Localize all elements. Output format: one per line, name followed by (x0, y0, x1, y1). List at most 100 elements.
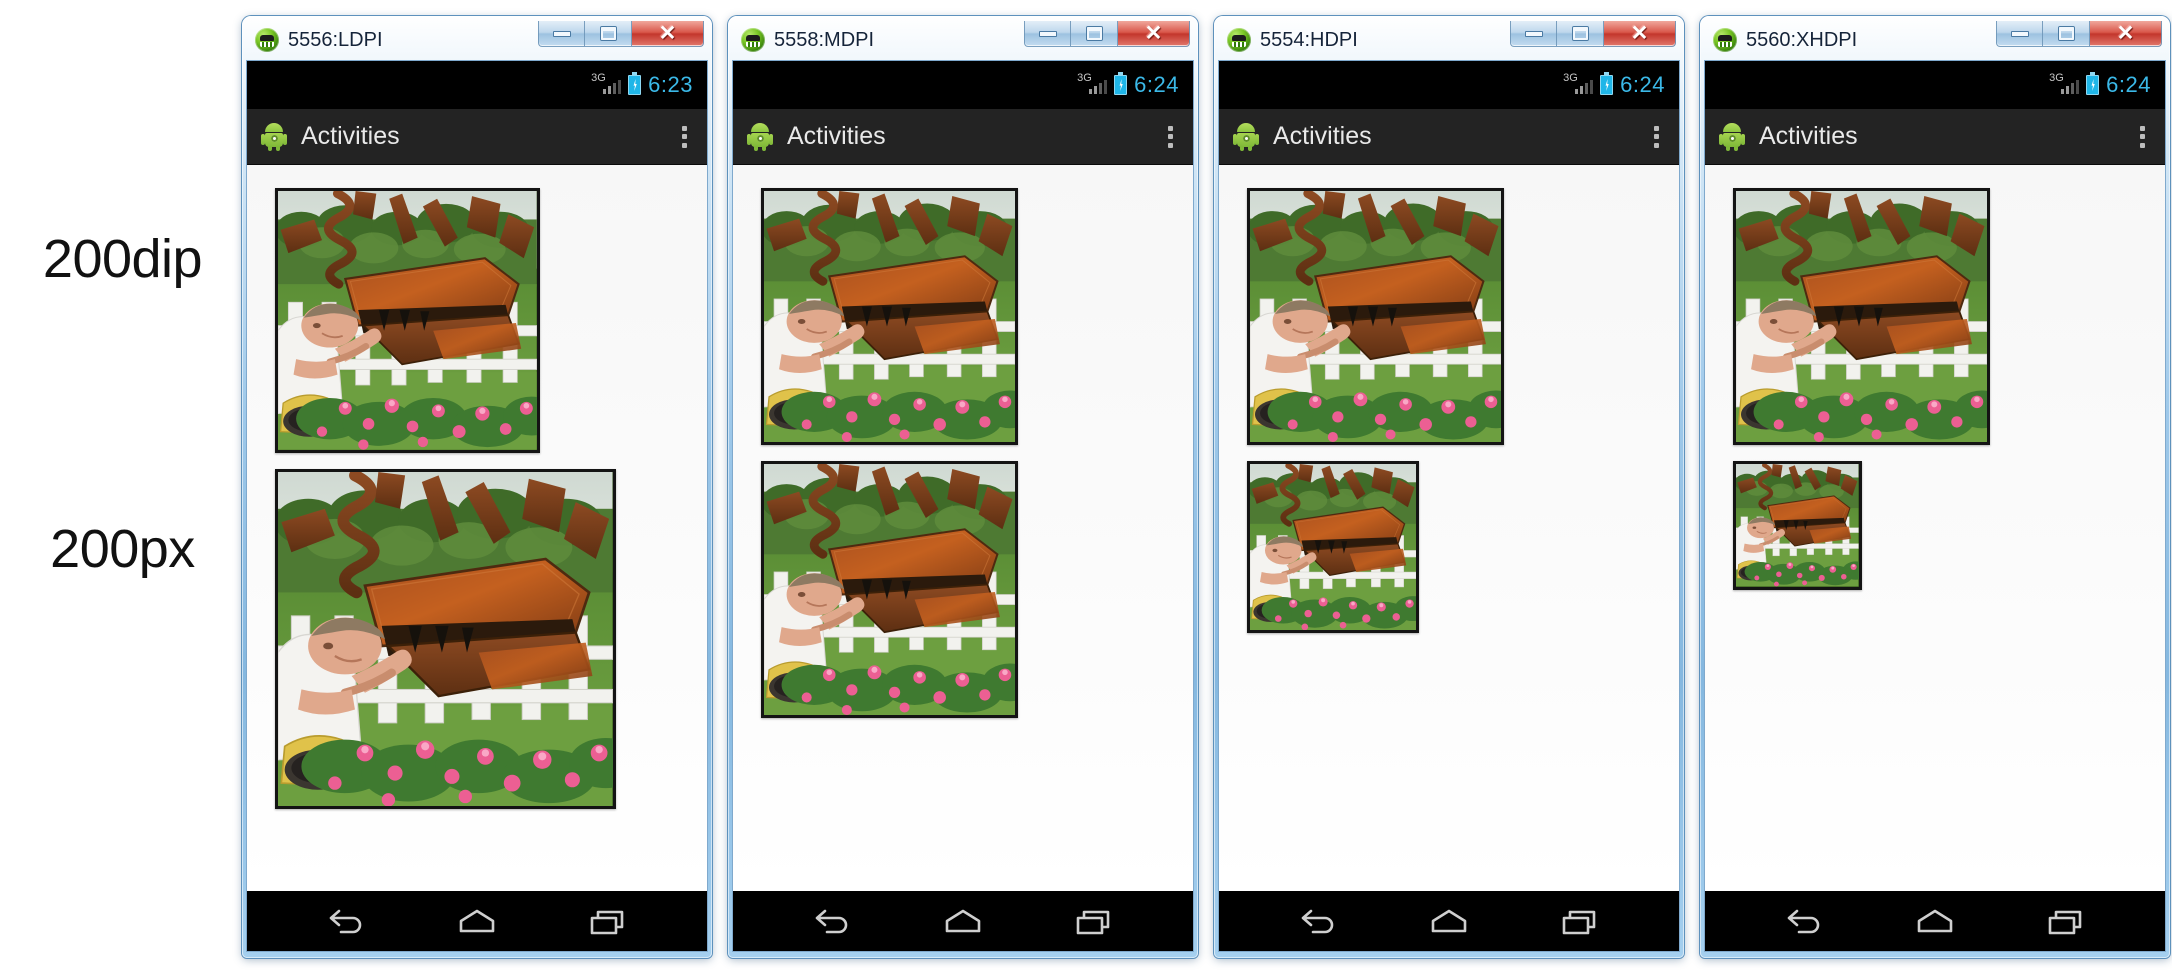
close-button[interactable]: ✕ (1604, 21, 1676, 47)
emulator-window-ldpi[interactable]: 5556:LDPI ✕ 3G 6:23 Activities (242, 16, 712, 958)
maximize-icon (600, 27, 616, 40)
sample-image-200dip[interactable] (1247, 188, 1504, 445)
activity-content-area (247, 165, 707, 891)
overflow-menu-icon[interactable] (2140, 125, 2145, 148)
photo-illustration (1736, 464, 1859, 587)
overflow-menu-icon[interactable] (1654, 125, 1659, 148)
minimize-button[interactable] (1510, 21, 1557, 47)
maximize-button[interactable] (1071, 21, 1118, 47)
signal-bars-icon (2060, 80, 2080, 94)
android-status-bar: 3G 6:24 (1219, 61, 1679, 109)
emulator-window-xhdpi[interactable]: 5560:XHDPI ✕ 3G 6:24 Activities (1700, 16, 2170, 958)
back-arrow-icon (329, 909, 362, 934)
sample-image-200px[interactable] (1247, 461, 1420, 634)
window-title: 5556:LDPI (288, 28, 383, 51)
android-navigation-bar (1705, 891, 2165, 951)
android-robot-icon (747, 122, 773, 151)
row-label-200px: 200px (50, 519, 195, 579)
nav-home-button[interactable] (1427, 907, 1471, 937)
nav-back-button[interactable] (1783, 907, 1825, 937)
signal-strength-icon: 3G (1563, 72, 1594, 97)
status-bar-clock: 6:24 (1134, 72, 1179, 97)
phone-screen: 3G 6:24 Activities (1704, 60, 2166, 952)
action-bar-title: Activities (1759, 122, 1858, 150)
battery-charging-icon (1600, 72, 1614, 95)
sample-image-200dip[interactable] (275, 188, 540, 453)
nav-home-button[interactable] (941, 907, 985, 937)
nav-home-button[interactable] (1913, 907, 1957, 937)
android-emulator-icon (255, 28, 279, 52)
android-robot-icon (261, 122, 287, 151)
close-button[interactable]: ✕ (1118, 21, 1190, 47)
close-icon: ✕ (1144, 22, 1163, 45)
nav-recents-button[interactable] (1559, 907, 1601, 937)
android-status-bar: 3G 6:24 (1705, 61, 2165, 109)
status-bar-clock: 6:24 (1620, 72, 1665, 97)
window-title-bar[interactable]: 5556:LDPI ✕ (246, 20, 708, 60)
phone-screen: 3G 6:23 Activities (246, 60, 708, 952)
maximize-button[interactable] (2043, 21, 2090, 47)
row-label-200dip: 200dip (42, 229, 203, 289)
recent-apps-icon (590, 910, 624, 935)
minimize-button[interactable] (538, 21, 585, 47)
close-icon: ✕ (2116, 22, 2135, 45)
nav-home-button[interactable] (455, 907, 499, 937)
window-title-bar[interactable]: 5558:MDPI ✕ (732, 20, 1194, 60)
photo-illustration (764, 464, 1015, 715)
status-bar-clock: 6:23 (648, 72, 693, 97)
android-action-bar: Activities (733, 109, 1193, 165)
overflow-menu-icon[interactable] (1168, 125, 1173, 148)
emulator-window-mdpi[interactable]: 5558:MDPI ✕ 3G 6:24 Activities (728, 16, 1198, 958)
sample-image-200px[interactable] (1733, 461, 1862, 590)
android-emulator-icon (1713, 28, 1737, 52)
window-title: 5558:MDPI (774, 28, 875, 51)
overflow-menu-icon[interactable] (682, 125, 687, 148)
close-button[interactable]: ✕ (2090, 21, 2162, 47)
android-action-bar: Activities (247, 109, 707, 165)
nav-back-button[interactable] (1297, 907, 1339, 937)
minimize-button[interactable] (1024, 21, 1071, 47)
window-controls: ✕ (1024, 21, 1190, 49)
emulator-window-hdpi[interactable]: 5554:HDPI ✕ 3G 6:24 Activities (1214, 16, 1684, 958)
window-title: 5554:HDPI (1260, 28, 1358, 51)
sample-image-200px[interactable] (275, 468, 616, 810)
phone-screen: 3G 6:24 Activities (1218, 60, 1680, 952)
android-status-bar: 3G 6:24 (733, 61, 1193, 109)
photo-illustration (764, 191, 1015, 442)
photo-illustration (1250, 191, 1501, 442)
maximize-button[interactable] (1557, 21, 1604, 47)
close-button[interactable]: ✕ (632, 21, 704, 47)
density-comparison-row-labels: 200dip 200px (0, 0, 245, 979)
android-status-bar: 3G 6:23 (247, 61, 707, 109)
minimize-button[interactable] (1996, 21, 2043, 47)
sample-image-200dip[interactable] (761, 188, 1018, 445)
home-icon (459, 909, 495, 933)
close-icon: ✕ (658, 22, 677, 45)
window-title-bar[interactable]: 5554:HDPI ✕ (1218, 20, 1680, 60)
maximize-button[interactable] (585, 21, 632, 47)
sample-image-200px[interactable] (761, 461, 1018, 718)
maximize-icon (1572, 27, 1588, 40)
status-bar-clock: 6:24 (2106, 72, 2151, 97)
battery-charging-icon (1114, 72, 1128, 95)
photo-illustration (278, 191, 537, 450)
nav-back-button[interactable] (325, 907, 367, 937)
battery-charging-icon (2086, 72, 2100, 95)
window-title-bar[interactable]: 5560:XHDPI ✕ (1704, 20, 2166, 60)
activity-content-area (1705, 165, 2165, 891)
photo-illustration (278, 471, 613, 807)
nav-back-button[interactable] (811, 907, 853, 937)
signal-bars-icon (1574, 80, 1594, 94)
window-controls: ✕ (1510, 21, 1676, 49)
sample-image-200dip[interactable] (1733, 188, 1990, 445)
android-robot-icon (1719, 122, 1745, 151)
action-bar-title: Activities (301, 122, 400, 150)
nav-recents-button[interactable] (1073, 907, 1115, 937)
battery-charging-icon (628, 72, 642, 95)
window-controls: ✕ (1996, 21, 2162, 49)
minimize-icon (1038, 30, 1057, 37)
nav-recents-button[interactable] (2045, 907, 2087, 937)
nav-recents-button[interactable] (587, 907, 629, 937)
minimize-icon (1524, 30, 1543, 37)
signal-strength-icon: 3G (1077, 72, 1108, 97)
